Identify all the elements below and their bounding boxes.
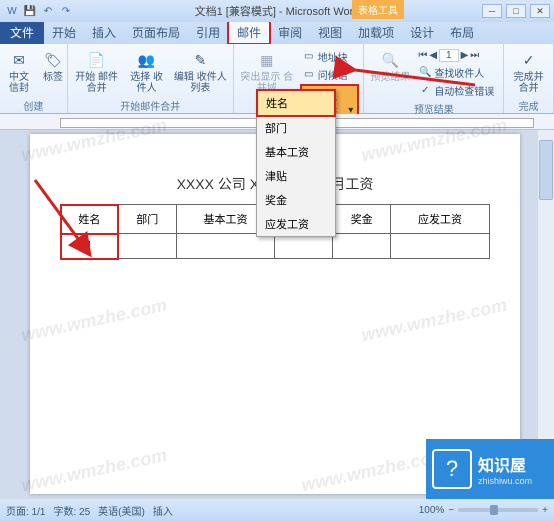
dropdown-item-dept[interactable]: 部门 bbox=[257, 116, 335, 140]
status-words[interactable]: 字数: 25 bbox=[53, 503, 90, 518]
scroll-thumb[interactable] bbox=[539, 140, 553, 200]
close-button[interactable]: ✕ bbox=[530, 4, 550, 18]
btn-auto-check[interactable]: ✓自动检查错误 bbox=[416, 82, 496, 99]
group-label-create: 创建 bbox=[4, 96, 63, 113]
zoom-value[interactable]: 100% bbox=[419, 505, 445, 516]
tab-table-layout[interactable]: 布局 bbox=[442, 21, 482, 44]
tab-review[interactable]: 审阅 bbox=[270, 21, 310, 44]
header-total[interactable]: 应发工资 bbox=[391, 205, 490, 234]
address-icon: ▭ bbox=[302, 50, 316, 64]
maximize-button[interactable]: □ bbox=[506, 4, 526, 18]
highlight-icon: ▦ bbox=[257, 50, 277, 70]
prev-icon[interactable]: ◀ bbox=[429, 50, 437, 61]
dropdown-item-name[interactable]: 姓名 bbox=[256, 89, 336, 117]
first-icon[interactable]: ⏮ bbox=[418, 50, 427, 61]
header-dept[interactable]: 部门 bbox=[118, 205, 176, 234]
dropdown-item-total[interactable]: 应发工资 bbox=[257, 212, 335, 236]
edit-list-icon: ✎ bbox=[190, 50, 210, 70]
brand-icon: ? bbox=[432, 449, 472, 489]
btn-edit-recipients[interactable]: ✎ 编辑 收件人列表 bbox=[172, 48, 229, 96]
tab-insert[interactable]: 插入 bbox=[84, 21, 124, 44]
btn-find-recipient[interactable]: 🔍查找收件人 bbox=[416, 64, 496, 81]
table-data-row bbox=[61, 234, 490, 259]
undo-icon[interactable]: ↶ bbox=[40, 3, 56, 19]
zoom-out-icon[interactable]: − bbox=[448, 505, 454, 516]
brand-box: ? 知识屋 zhishiwu.com bbox=[426, 439, 554, 499]
group-label-finish: 完成 bbox=[508, 96, 549, 113]
window-controls: ─ □ ✕ bbox=[482, 4, 550, 18]
ribbon-tabs: 文件 开始 插入 页面布局 引用 邮件 审阅 视图 加载项 设计 布局 bbox=[0, 22, 554, 44]
group-label-start: 开始邮件合并 bbox=[72, 96, 229, 113]
tab-view[interactable]: 视图 bbox=[310, 21, 350, 44]
btn-greeting[interactable]: ▭问候语 bbox=[300, 66, 360, 83]
tab-addins[interactable]: 加载项 bbox=[350, 21, 402, 44]
group-create: ✉ 中文信封 🏷 标签 创建 bbox=[0, 44, 68, 113]
tab-home[interactable]: 开始 bbox=[44, 21, 84, 44]
btn-select-recipients[interactable]: 👥 选择 收件人 bbox=[125, 48, 167, 96]
envelope-icon: ✉ bbox=[9, 50, 29, 70]
btn-address-block[interactable]: ▭地址块 bbox=[300, 48, 360, 65]
title-bar: W 💾 ↶ ↷ 文档1 [兼容模式] - Microsoft Word 表格工具… bbox=[0, 0, 554, 22]
status-page[interactable]: 页面: 1/1 bbox=[6, 503, 45, 518]
word-icon: W bbox=[4, 3, 20, 19]
next-icon[interactable]: ▶ bbox=[461, 50, 469, 61]
record-number[interactable]: 1 bbox=[439, 49, 459, 62]
tab-file[interactable]: 文件 bbox=[0, 21, 44, 44]
brand-title: 知识屋 bbox=[478, 452, 532, 476]
dropdown-item-base-salary[interactable]: 基本工资 bbox=[257, 140, 335, 164]
merge-icon: 📄 bbox=[87, 50, 107, 70]
cell-allowance[interactable] bbox=[275, 234, 333, 259]
zoom-controls: 100% − + bbox=[419, 505, 548, 516]
cell-total[interactable] bbox=[391, 234, 490, 259]
zoom-thumb[interactable] bbox=[490, 505, 498, 515]
window-title: 文档1 [兼容模式] - Microsoft Word bbox=[195, 3, 360, 19]
btn-labels[interactable]: 🏷 标签 bbox=[38, 48, 68, 85]
group-finish: ✓ 完成并合并 完成 bbox=[504, 44, 554, 113]
preview-icon: 🔍 bbox=[380, 50, 400, 70]
btn-finish-merge[interactable]: ✓ 完成并合并 bbox=[508, 48, 549, 96]
status-bar: 页面: 1/1 字数: 25 英语(美国) 插入 100% − + bbox=[0, 499, 554, 521]
find-icon: 🔍 bbox=[418, 66, 432, 80]
tab-design[interactable]: 设计 bbox=[402, 21, 442, 44]
tab-mailings[interactable]: 邮件 bbox=[228, 20, 270, 44]
dropdown-item-bonus[interactable]: 奖金 bbox=[257, 188, 335, 212]
last-icon[interactable]: ⏭ bbox=[470, 50, 479, 61]
status-lang[interactable]: 英语(美国) bbox=[98, 503, 145, 518]
label-icon: 🏷 bbox=[43, 50, 63, 70]
merge-field-dropdown: 姓名 部门 基本工资 津贴 奖金 应发工资 bbox=[256, 89, 336, 237]
cell-base[interactable] bbox=[176, 234, 275, 259]
redo-icon[interactable]: ↷ bbox=[58, 3, 74, 19]
record-nav[interactable]: ⏮ ◀ 1 ▶ ⏭ bbox=[416, 48, 496, 63]
save-icon[interactable]: 💾 bbox=[22, 3, 38, 19]
cell-name[interactable] bbox=[61, 234, 119, 259]
tab-layout[interactable]: 页面布局 bbox=[124, 21, 188, 44]
cell-bonus[interactable] bbox=[333, 234, 391, 259]
brand-subtitle: zhishiwu.com bbox=[478, 476, 532, 486]
contextual-tab-label: 表格工具 bbox=[352, 0, 404, 19]
group-preview: 🔍 预览结果 ⏮ ◀ 1 ▶ ⏭ 🔍查找收件人 ✓自动检查错误 预览结果 bbox=[364, 44, 504, 113]
header-bonus[interactable]: 奖金 bbox=[333, 205, 391, 234]
zoom-in-icon[interactable]: + bbox=[542, 505, 548, 516]
cell-dept[interactable] bbox=[118, 234, 176, 259]
btn-preview-results[interactable]: 🔍 预览结果 bbox=[368, 48, 412, 85]
quick-access-toolbar: W 💾 ↶ ↷ bbox=[0, 3, 78, 19]
greeting-icon: ▭ bbox=[302, 68, 316, 82]
status-mode[interactable]: 插入 bbox=[153, 503, 173, 518]
tab-references[interactable]: 引用 bbox=[188, 21, 228, 44]
zoom-slider[interactable] bbox=[458, 508, 538, 512]
recipients-icon: 👥 bbox=[137, 50, 157, 70]
check-icon: ✓ bbox=[418, 84, 432, 98]
minimize-button[interactable]: ─ bbox=[482, 4, 502, 18]
group-start-merge: 📄 开始 邮件合并 👥 选择 收件人 ✎ 编辑 收件人列表 开始邮件合并 bbox=[68, 44, 234, 113]
btn-chinese-envelope[interactable]: ✉ 中文信封 bbox=[4, 48, 34, 96]
finish-icon: ✓ bbox=[519, 50, 539, 70]
dropdown-item-allowance[interactable]: 津贴 bbox=[257, 164, 335, 188]
header-name[interactable]: 姓名 bbox=[61, 205, 119, 234]
btn-start-merge[interactable]: 📄 开始 邮件合并 bbox=[72, 48, 122, 96]
